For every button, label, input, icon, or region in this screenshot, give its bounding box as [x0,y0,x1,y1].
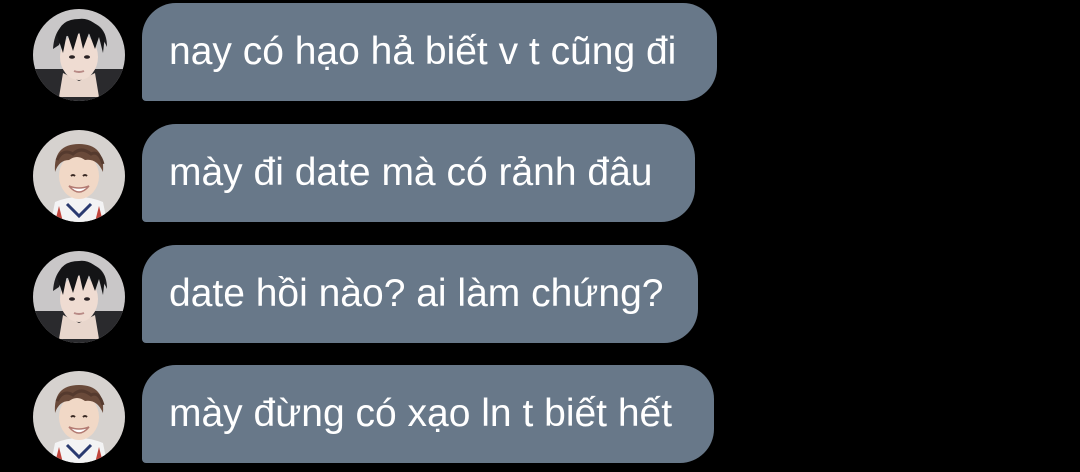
profile-photo-icon [33,9,125,101]
avatar[interactable] [33,371,125,463]
chat-thread: nay có hạo hả biết v t cũng đi mày đi da… [0,0,1080,472]
profile-photo-icon [33,371,125,463]
profile-photo-icon [33,130,125,222]
profile-photo-icon [33,251,125,343]
message-row: nay có hạo hả biết v t cũng đi [0,3,1080,103]
message-bubble[interactable]: date hồi nào? ai làm chứng? [142,245,698,343]
message-text: date hồi nào? ai làm chứng? [169,272,664,315]
avatar[interactable] [33,251,125,343]
message-row: date hồi nào? ai làm chứng? [0,245,1080,345]
message-row: mày đi date mà có rảnh đâu [0,124,1080,224]
message-text: mày đừng có xạo ln t biết hết [169,392,673,435]
message-text: mày đi date mà có rảnh đâu [169,151,653,194]
message-row: mày đừng có xạo ln t biết hết [0,365,1080,465]
message-bubble[interactable]: nay có hạo hả biết v t cũng đi [142,3,717,101]
avatar[interactable] [33,9,125,101]
message-text: nay có hạo hả biết v t cũng đi [169,30,677,73]
message-bubble[interactable]: mày đi date mà có rảnh đâu [142,124,695,222]
avatar[interactable] [33,130,125,222]
message-bubble[interactable]: mày đừng có xạo ln t biết hết [142,365,714,463]
